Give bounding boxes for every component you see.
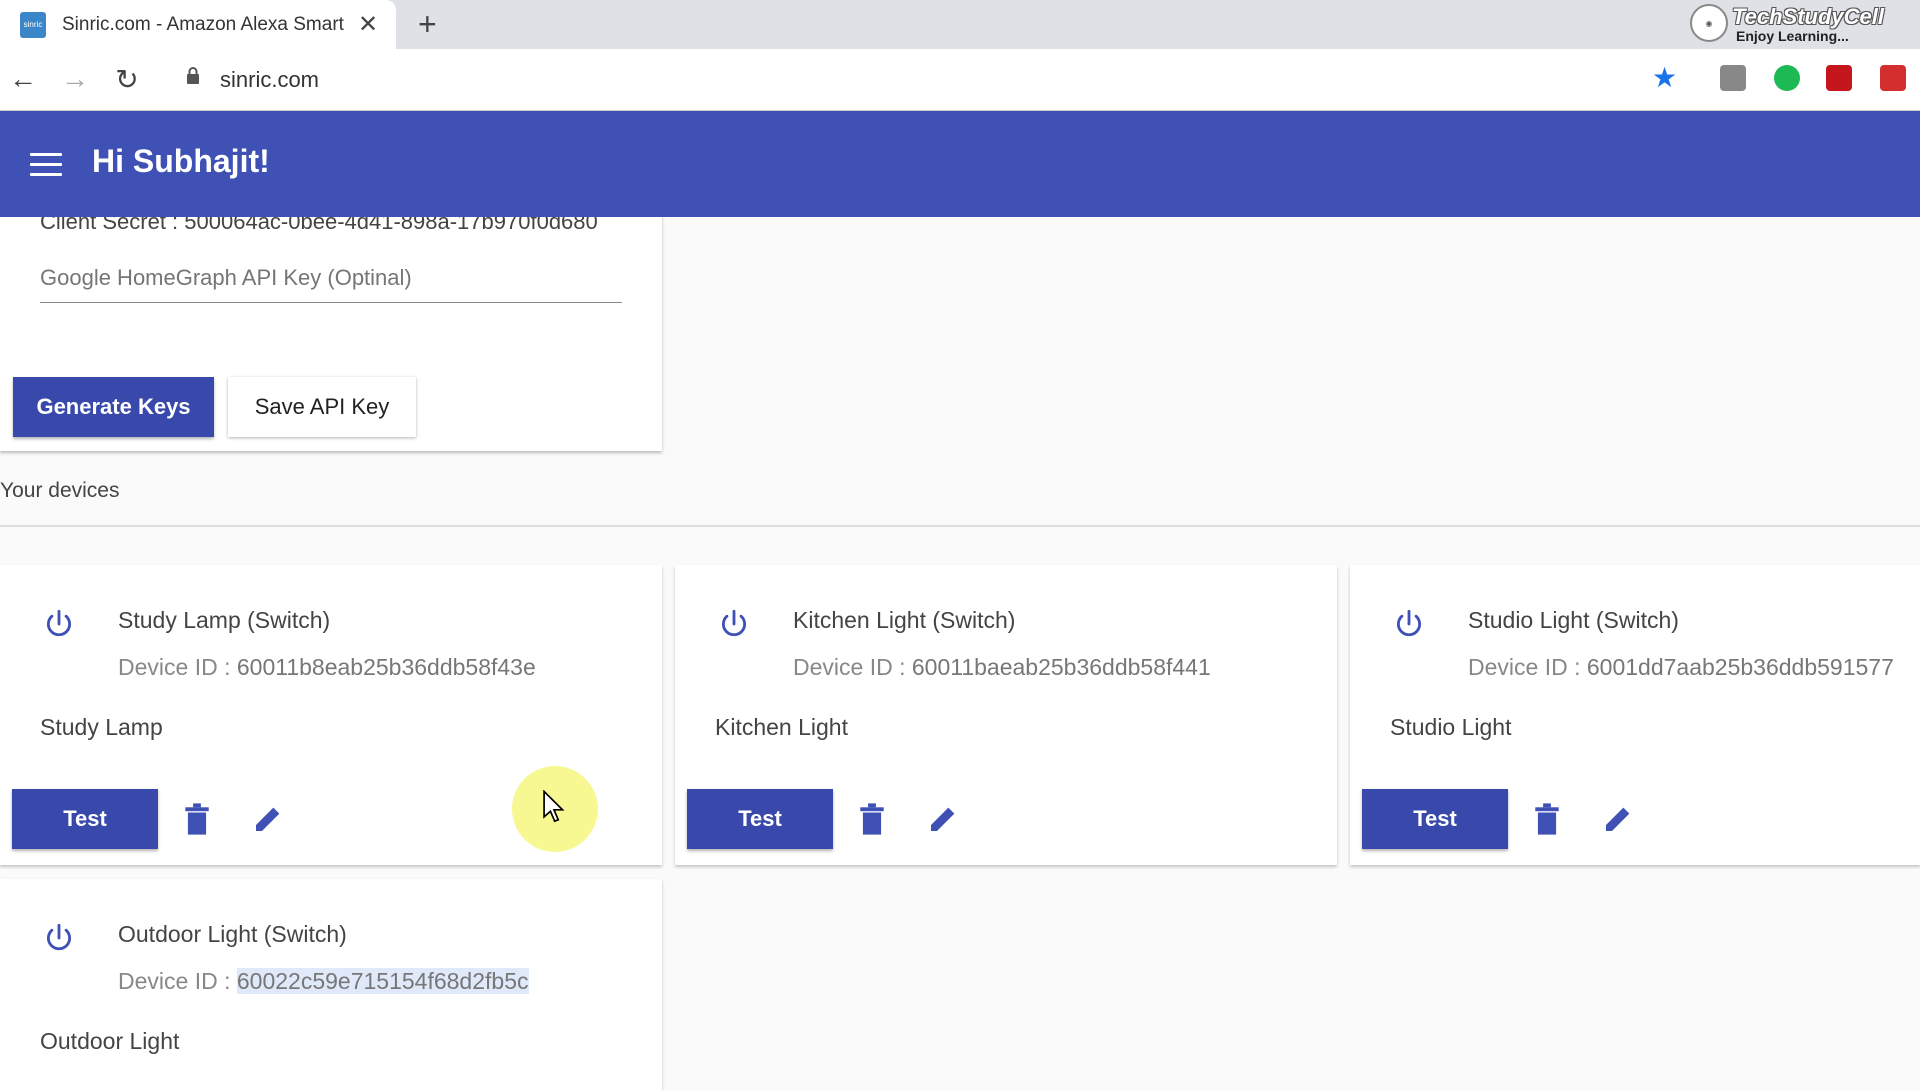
- device-label: Outdoor Light: [40, 1028, 180, 1054]
- device-label: Study Lamp: [40, 714, 163, 740]
- pencil-edit-icon[interactable]: [1602, 803, 1634, 835]
- device-card: Studio Light (Switch) Device ID : 6001dd…: [1350, 565, 1920, 865]
- device-id: Device ID : 60022c59e715154f68d2fb5c: [118, 968, 529, 995]
- greeting-title: Hi Subhajit!: [92, 143, 270, 179]
- lock-icon: [187, 67, 199, 84]
- power-icon[interactable]: [717, 607, 751, 641]
- main-content: Client Secret : 500064ac-0bee-4d41-898a-…: [0, 217, 1920, 1090]
- device-id-prefix: Device ID :: [118, 968, 237, 994]
- reload-icon[interactable]: ↻: [110, 63, 144, 96]
- close-tab-icon[interactable]: ✕: [358, 10, 378, 39]
- flash-extension-icon[interactable]: [1880, 65, 1906, 91]
- sinric-favicon-icon: sinric: [20, 11, 46, 38]
- device-label: Kitchen Light: [715, 714, 848, 740]
- generate-keys-button[interactable]: Generate Keys: [13, 377, 214, 437]
- test-device-button[interactable]: Test: [1362, 789, 1508, 849]
- device-id-value: 60011baeab25b36ddb58f441: [911, 654, 1211, 680]
- device-id-value: 60011b8eab25b36ddb58f43e: [236, 654, 536, 680]
- browser-tab-active[interactable]: sinric Sinric.com - Amazon Alexa Smart ✕: [0, 0, 396, 49]
- browser-toolbar: ← → ↻ sinric.com ★: [0, 49, 1920, 111]
- power-icon[interactable]: [42, 607, 76, 641]
- hamburger-menu-icon[interactable]: [30, 153, 62, 177]
- watermark-subtitle: Enjoy Learning...: [1736, 28, 1849, 44]
- device-id: Device ID : 60011b8eab25b36ddb58f43e: [118, 654, 536, 681]
- device-card: Outdoor Light (Switch) Device ID : 60022…: [0, 879, 662, 1090]
- device-label: Studio Light: [1390, 714, 1512, 740]
- device-id: Device ID : 60011baeab25b36ddb58f441: [793, 654, 1211, 681]
- extension-icon[interactable]: [1720, 65, 1746, 91]
- trash-icon[interactable]: [859, 803, 885, 835]
- mouse-cursor-icon: [543, 790, 565, 823]
- power-icon[interactable]: [42, 921, 76, 955]
- test-device-button[interactable]: Test: [12, 789, 158, 849]
- tab-title: Sinric.com - Amazon Alexa Smart: [62, 13, 344, 35]
- watermark-title: TechStudyCell: [1732, 4, 1884, 29]
- device-name: Outdoor Light (Switch): [118, 921, 347, 947]
- homegraph-api-key-input[interactable]: [40, 253, 622, 303]
- device-id-prefix: Device ID :: [118, 654, 237, 680]
- bookmark-star-icon[interactable]: ★: [1652, 61, 1677, 94]
- power-icon[interactable]: [1392, 607, 1426, 641]
- device-id-prefix: Device ID :: [1468, 654, 1587, 680]
- section-divider: [0, 525, 1920, 527]
- device-name: Kitchen Light (Switch): [793, 607, 1016, 633]
- client-secret-text: Client Secret : 500064ac-0bee-4d41-898a-…: [40, 217, 598, 234]
- test-device-button[interactable]: Test: [687, 789, 833, 849]
- device-id: Device ID : 6001dd7aab25b36ddb591577: [1468, 654, 1894, 681]
- back-arrow-icon[interactable]: ←: [6, 63, 40, 95]
- device-card: Kitchen Light (Switch) Device ID : 60011…: [675, 565, 1337, 865]
- watermark: ◉ TechStudyCell Enjoy Learning...: [1690, 0, 1910, 50]
- device-id-value-selected[interactable]: 60022c59e715154f68d2fb5c: [236, 968, 529, 994]
- grammarly-extension-icon[interactable]: [1774, 65, 1800, 91]
- trash-icon[interactable]: [1534, 803, 1560, 835]
- device-id-prefix: Device ID :: [793, 654, 912, 680]
- pdf-extension-icon[interactable]: [1826, 65, 1852, 91]
- save-api-key-button[interactable]: Save API Key: [228, 377, 416, 437]
- url-field[interactable]: sinric.com: [220, 67, 319, 93]
- watermark-logo-icon: ◉: [1690, 4, 1728, 42]
- device-name: Studio Light (Switch): [1468, 607, 1679, 633]
- your-devices-heading: Your devices: [0, 479, 120, 502]
- app-header: Hi Subhajit!: [0, 111, 1920, 217]
- pencil-edit-icon[interactable]: [252, 803, 284, 835]
- forward-arrow-icon[interactable]: →: [58, 63, 92, 95]
- device-id-value: 6001dd7aab25b36ddb591577: [1586, 654, 1894, 680]
- trash-icon[interactable]: [184, 803, 210, 835]
- api-keys-card: Client Secret : 500064ac-0bee-4d41-898a-…: [0, 217, 662, 451]
- browser-tabstrip: sinric Sinric.com - Amazon Alexa Smart ✕…: [0, 0, 1920, 49]
- new-tab-button[interactable]: +: [418, 6, 437, 43]
- pencil-edit-icon[interactable]: [927, 803, 959, 835]
- device-name: Study Lamp (Switch): [118, 607, 331, 633]
